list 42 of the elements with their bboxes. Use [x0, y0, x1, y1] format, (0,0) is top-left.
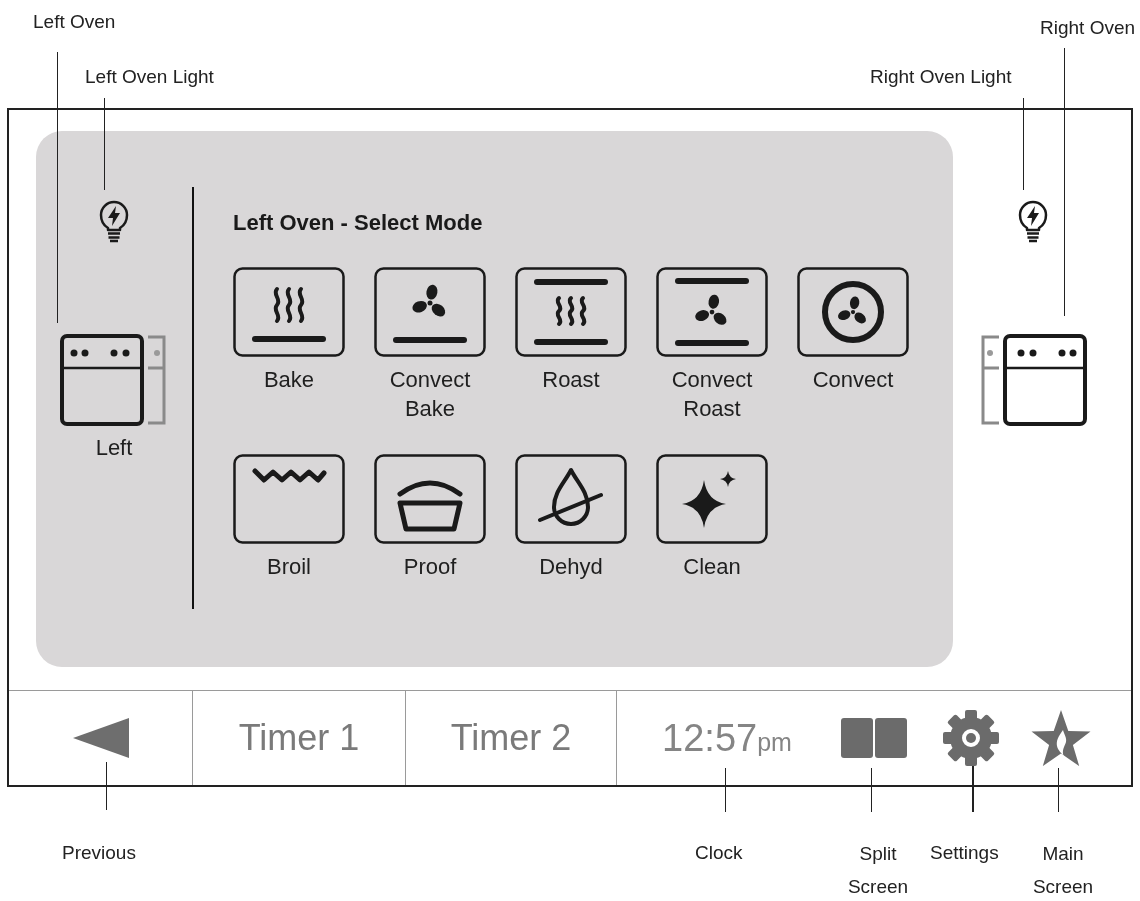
crossed-droplet-icon [515, 454, 627, 544]
mode-button[interactable]: Dehyd [515, 454, 627, 581]
callout-label: Clock [695, 841, 743, 865]
callout-label: Settings [930, 841, 999, 865]
mode-button[interactable]: Convect Roast [656, 267, 768, 423]
mode-button[interactable]: Proof [374, 454, 486, 581]
split-screen-icon [841, 718, 907, 758]
timer-button[interactable]: Timer 2 [406, 691, 617, 785]
settings-icon [943, 710, 999, 766]
mode-button[interactable]: Roast [515, 267, 627, 394]
callout-label: Left Oven Light [85, 65, 214, 89]
zigzag-icon [233, 454, 345, 544]
mode-button[interactable]: Clean [656, 454, 768, 581]
mode-button[interactable]: Broil [233, 454, 345, 581]
split-screen-button[interactable] [841, 718, 907, 758]
fan-over-bar-icon [374, 267, 486, 357]
mode-button[interactable]: Convect [797, 267, 909, 394]
clock-text: 12:57pm [662, 715, 792, 761]
left-triangle-icon [72, 718, 129, 758]
heat-waves-between-bars-icon [515, 267, 627, 357]
covered-bowl-icon [374, 454, 486, 544]
star-with-flame-icon [1030, 710, 1092, 766]
callout-label: Left Oven [33, 10, 116, 34]
mode-button[interactable]: Bake [233, 267, 345, 394]
settings-button[interactable] [943, 710, 999, 766]
mode-title: Left Oven - Select Mode [233, 210, 484, 236]
sparkle-icon [656, 454, 768, 544]
oven-icon[interactable] [979, 334, 1087, 426]
oven-icon[interactable] [60, 334, 168, 426]
light-bulb-icon[interactable] [98, 199, 130, 243]
heat-waves-icon [233, 267, 345, 357]
timer-button[interactable]: Timer 1 [193, 691, 406, 785]
callout-label: Main Screen [1031, 842, 1095, 899]
main-screen-button[interactable] [1030, 710, 1092, 766]
callout-label: Previous [62, 841, 136, 865]
mode-button[interactable]: Convect Bake [374, 267, 486, 423]
light-bulb-icon[interactable] [1017, 199, 1049, 243]
callout-label: Split Screen [846, 842, 910, 899]
oven-label: Left [95, 435, 133, 461]
fan-between-bars-icon [656, 267, 768, 357]
callout-label: Right Oven Light [870, 65, 1012, 89]
callout-label: Right Oven [1040, 16, 1136, 40]
